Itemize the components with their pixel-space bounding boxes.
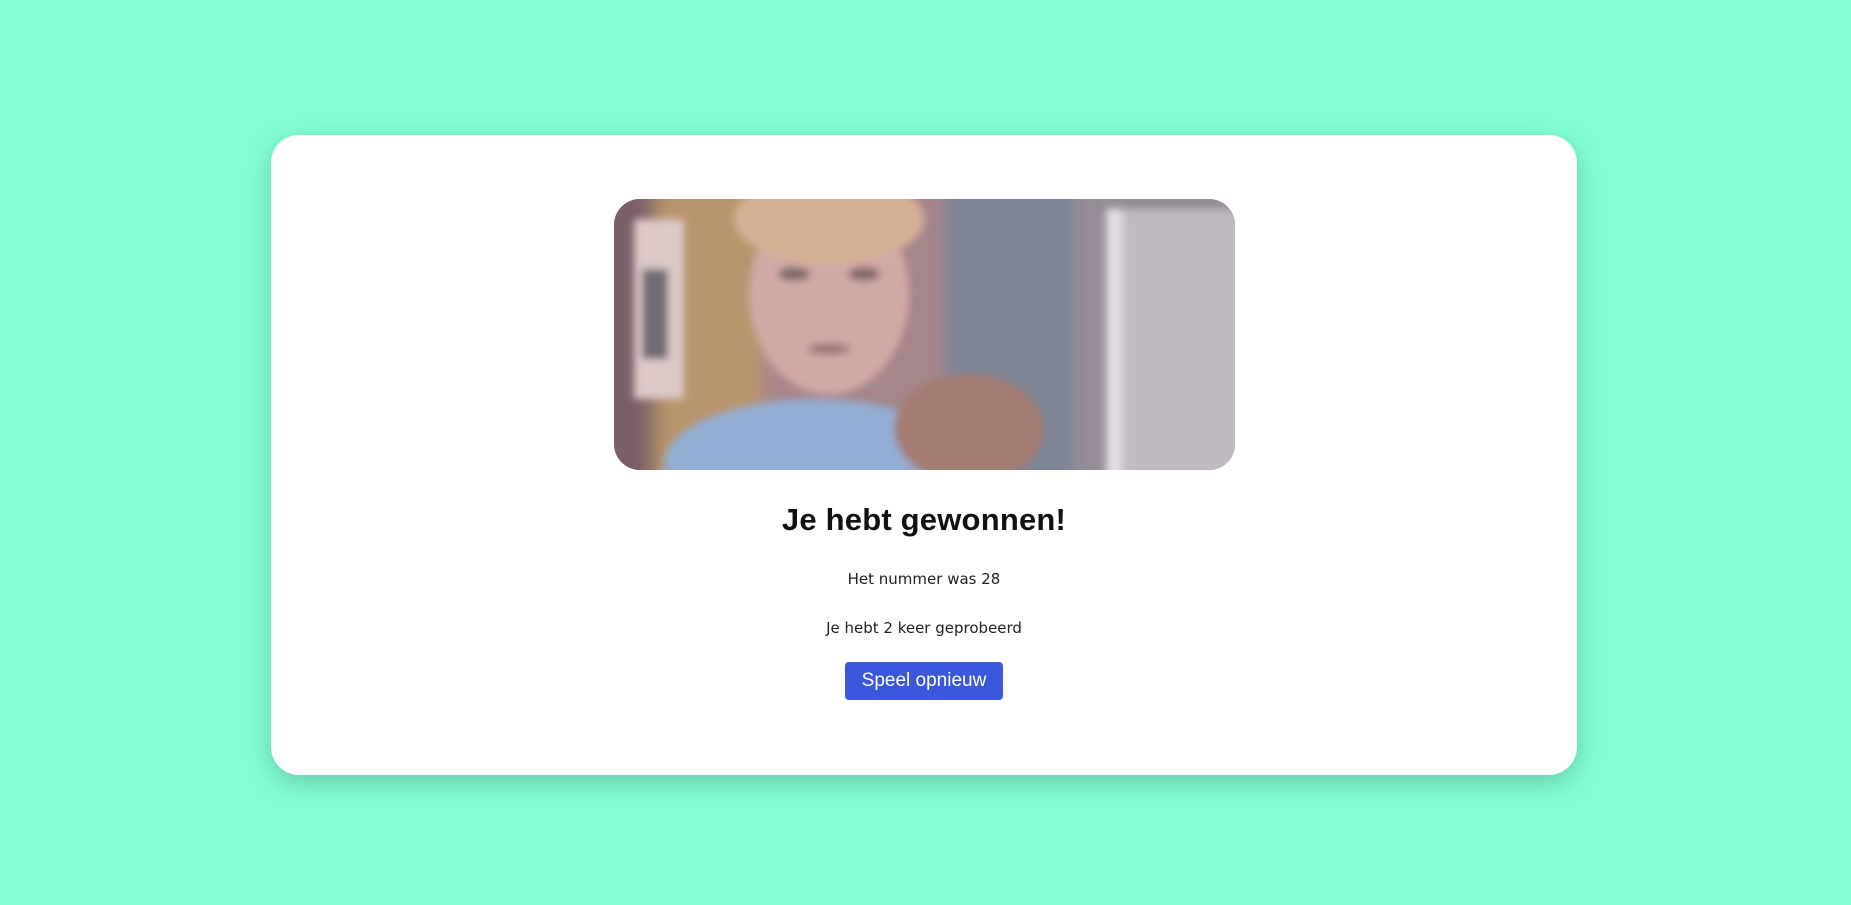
secret-number-text: Het nummer was 28	[847, 570, 1001, 588]
gif-image	[613, 199, 1235, 470]
celebration-gif	[613, 199, 1235, 470]
win-heading: Je hebt gewonnen!	[781, 502, 1067, 537]
play-again-button[interactable]: Speel opnieuw	[845, 662, 1003, 700]
attempts-text: Je hebt 2 keer geprobeerd	[826, 619, 1022, 637]
page: Je hebt gewonnen! Het nummer was 28 Je h…	[0, 0, 1851, 905]
result-card: Je hebt gewonnen! Het nummer was 28 Je h…	[271, 135, 1577, 775]
